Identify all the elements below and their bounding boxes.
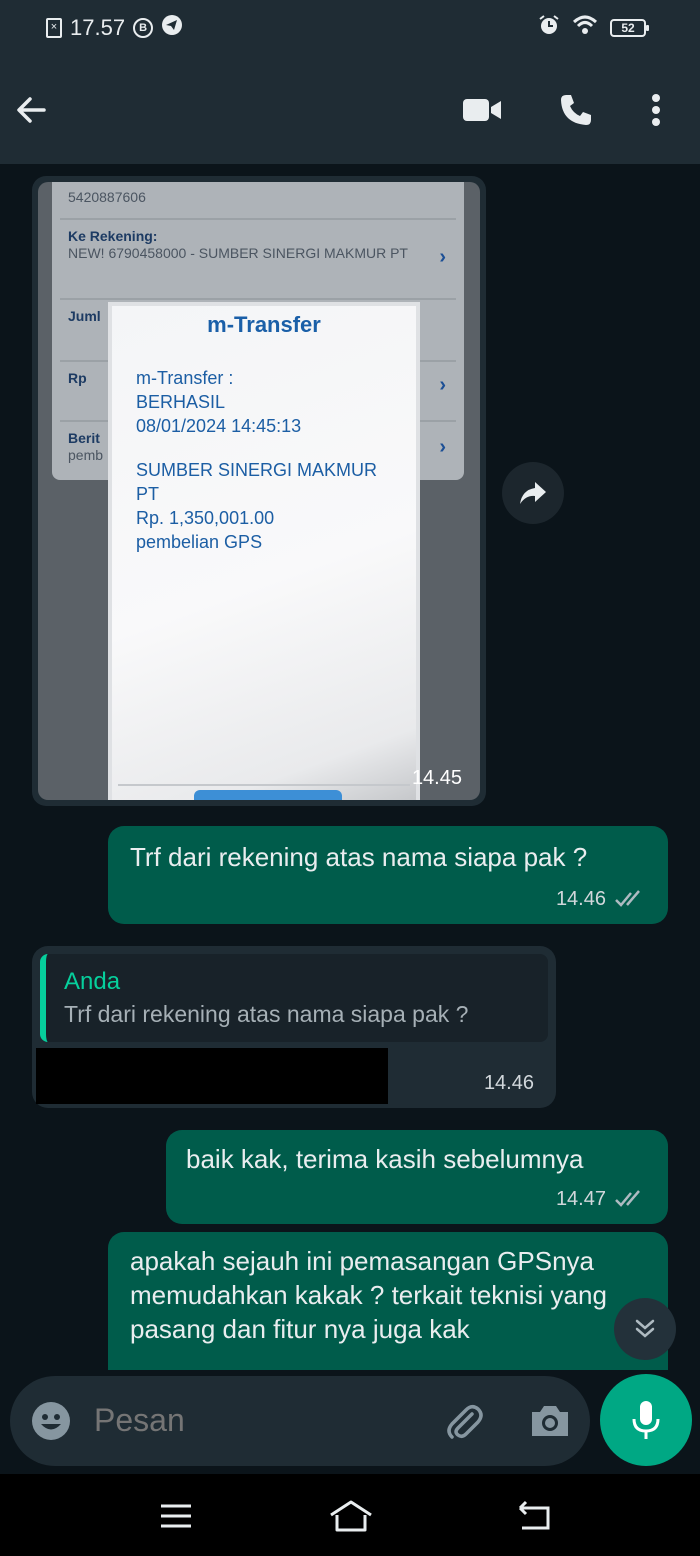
image-attachment[interactable]: 5420887606 Ke Rekening: NEW! 6790458000 … bbox=[38, 182, 480, 800]
popup-line: SUMBER SINERGI MAKMUR bbox=[136, 460, 378, 480]
home-icon[interactable] bbox=[326, 1496, 376, 1536]
sim-icon: × bbox=[46, 18, 62, 38]
status-bar: × 17.57 B 52 bbox=[0, 0, 700, 56]
outgoing-message[interactable]: Trf dari rekening atas nama siapa pak ? … bbox=[108, 826, 668, 924]
scroll-to-bottom-button[interactable] bbox=[614, 1298, 676, 1360]
message-input-container[interactable] bbox=[10, 1376, 590, 1466]
message-meta: 14.47 bbox=[556, 1182, 646, 1216]
outgoing-message[interactable]: baik kak, terima kasih sebelumnya 14.47 bbox=[166, 1130, 668, 1224]
popup-gap bbox=[136, 438, 377, 458]
chevron-right-icon: › bbox=[439, 374, 446, 396]
transfer-popup: m-Transfer m-Transfer : BERHASIL 08/01/2… bbox=[108, 302, 420, 800]
receipt-to-account-value: NEW! 6790458000 - SUMBER SINERGI MAKMUR … bbox=[68, 245, 408, 261]
double-check-icon bbox=[615, 1190, 640, 1207]
popup-body: m-Transfer : BERHASIL 08/01/2024 14:45:1… bbox=[136, 366, 377, 554]
popup-button bbox=[194, 790, 342, 800]
wifi-icon bbox=[572, 14, 598, 41]
status-left: × 17.57 B bbox=[46, 14, 183, 42]
message-text: baik kak, terima kasih sebelumnya bbox=[186, 1144, 584, 1174]
receipt-account-number: 5420887606 bbox=[68, 189, 146, 205]
popup-line: Rp. 1,350,001.00 bbox=[136, 508, 275, 528]
attach-icon[interactable] bbox=[442, 1400, 486, 1449]
status-time: 17.57 bbox=[70, 15, 126, 40]
voice-call-icon[interactable] bbox=[552, 86, 600, 134]
back-arrow-icon[interactable] bbox=[8, 86, 56, 134]
back-nav-icon[interactable] bbox=[514, 1496, 554, 1536]
emoji-icon[interactable] bbox=[30, 1400, 72, 1447]
mic-button[interactable] bbox=[600, 1374, 692, 1466]
chat-area[interactable]: 5420887606 Ke Rekening: NEW! 6790458000 … bbox=[0, 164, 700, 1370]
popup-line: PT bbox=[136, 484, 160, 504]
message-meta: 14.46 bbox=[556, 882, 646, 916]
alarm-icon bbox=[538, 14, 560, 41]
telegram-icon bbox=[161, 14, 183, 42]
recent-apps-icon[interactable] bbox=[156, 1496, 196, 1536]
redacted-text bbox=[36, 1048, 388, 1104]
battery-icon: 52 bbox=[610, 18, 649, 37]
forward-icon bbox=[520, 482, 546, 504]
message-time: 14.46 bbox=[555, 888, 606, 910]
system-nav-bar bbox=[0, 1474, 700, 1556]
composer bbox=[0, 1370, 700, 1474]
camera-icon[interactable] bbox=[528, 1400, 572, 1447]
popup-line: m-Transfer : bbox=[136, 368, 234, 388]
quoted-message[interactable]: Anda Trf dari rekening atas nama siapa p… bbox=[40, 954, 548, 1042]
video-call-icon[interactable] bbox=[458, 86, 506, 134]
double-check-icon bbox=[615, 890, 640, 907]
message-text: Trf dari rekening atas nama siapa pak ? bbox=[130, 842, 588, 872]
notification-b-icon: B bbox=[133, 18, 154, 38]
message-time: 14.45 bbox=[411, 767, 462, 789]
mic-icon bbox=[632, 1401, 660, 1439]
popup-line: BERHASIL bbox=[136, 392, 226, 412]
popup-divider bbox=[118, 784, 410, 786]
receipt-row-to-account: Ke Rekening: NEW! 6790458000 - SUMBER SI… bbox=[60, 222, 456, 300]
quote-text: Trf dari rekening atas nama siapa pak ? bbox=[64, 1001, 469, 1027]
forward-button[interactable] bbox=[502, 462, 564, 524]
quote-author: Anda bbox=[64, 968, 121, 995]
popup-line: 08/01/2024 14:45:13 bbox=[136, 416, 302, 436]
image-message[interactable]: 5420887606 Ke Rekening: NEW! 6790458000 … bbox=[32, 176, 486, 806]
chat-header bbox=[0, 56, 700, 164]
outgoing-message[interactable]: apakah sejauh ini pemasangan GPSnya memu… bbox=[108, 1232, 668, 1370]
chevron-right-icon: › bbox=[439, 436, 446, 458]
double-chevron-down-icon bbox=[635, 1319, 655, 1338]
chevron-right-icon: › bbox=[439, 246, 446, 268]
receipt-row-account: 5420887606 bbox=[60, 182, 456, 220]
status-right: 52 bbox=[538, 14, 649, 41]
popup-line: pembelian GPS bbox=[136, 532, 263, 552]
incoming-reply-message[interactable]: Anda Trf dari rekening atas nama siapa p… bbox=[32, 946, 556, 1108]
message-text: apakah sejauh ini pemasangan GPSnya memu… bbox=[130, 1246, 607, 1344]
message-time: 14.47 bbox=[555, 1188, 606, 1210]
receipt-to-account-label: Ke Rekening: bbox=[68, 228, 158, 244]
more-options-icon[interactable] bbox=[632, 86, 680, 134]
message-meta: 14.46 bbox=[484, 1066, 534, 1100]
message-time: 14.46 bbox=[483, 1072, 534, 1094]
popup-title: m-Transfer bbox=[207, 312, 321, 337]
message-input[interactable] bbox=[94, 1402, 414, 1439]
